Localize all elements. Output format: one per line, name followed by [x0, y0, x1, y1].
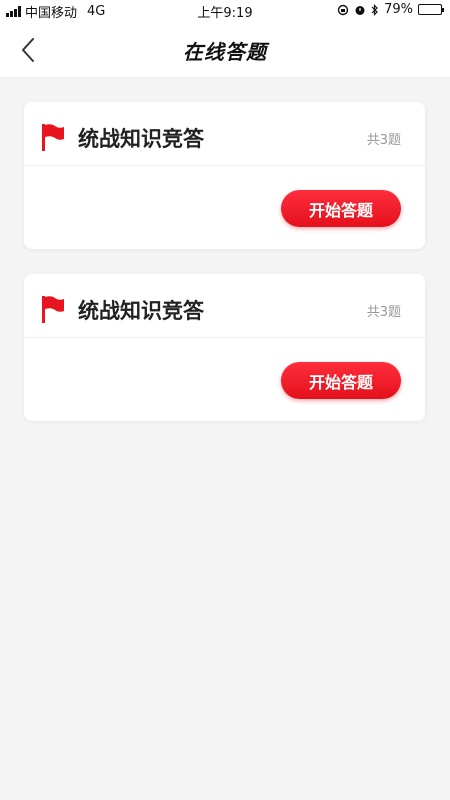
status-bar: 中国移动 4G 上午9:19 79% — [0, 0, 450, 21]
quiz-card-header: 统战知识竞答 共3题 — [24, 274, 425, 338]
status-right: 79% — [337, 2, 444, 17]
start-quiz-button[interactable]: 开始答题 — [281, 190, 401, 227]
page-title: 在线答题 — [183, 40, 267, 64]
orientation-lock-icon — [337, 4, 349, 15]
question-count: 共3题 — [366, 305, 401, 320]
battery-icon — [418, 4, 444, 15]
quiz-card-header: 统战知识竞答 共3题 — [24, 102, 425, 166]
quiz-title: 统战知识竞答 — [78, 127, 204, 151]
quiz-card: 统战知识竞答 共3题 开始答题 — [24, 274, 425, 421]
start-quiz-button[interactable]: 开始答题 — [281, 362, 401, 399]
quiz-title: 统战知识竞答 — [78, 299, 204, 323]
question-count: 共3题 — [366, 133, 401, 148]
bluetooth-icon — [371, 3, 378, 16]
red-flag-icon — [42, 124, 64, 151]
alarm-icon — [355, 5, 365, 15]
quiz-card: 统战知识竞答 共3题 开始答题 — [24, 102, 425, 249]
nav-bar: 在线答题 — [0, 20, 450, 78]
red-flag-icon — [42, 296, 64, 323]
battery-percent: 79% — [384, 2, 413, 17]
